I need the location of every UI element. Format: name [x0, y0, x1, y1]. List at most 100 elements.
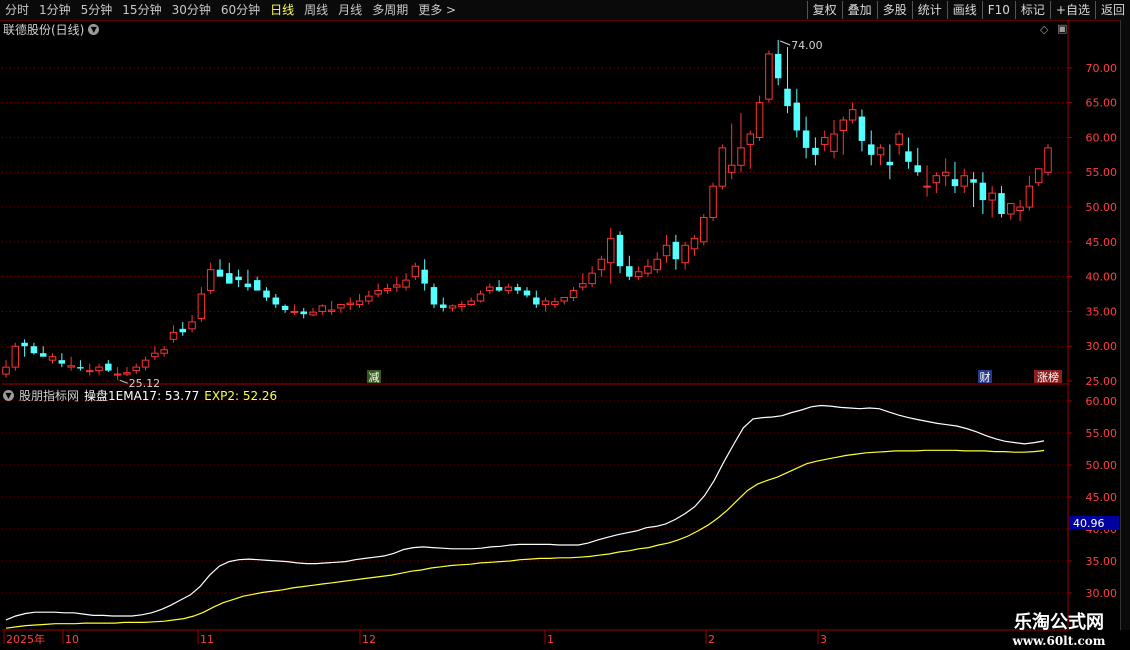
date-tick-label: 11 [200, 633, 214, 646]
candle-body-down [179, 328, 187, 333]
indicator-tick-label: 30.00 [1086, 587, 1118, 600]
candle-body-up [11, 345, 20, 368]
candle-body-down [784, 88, 791, 107]
candle-body-up [960, 175, 969, 187]
price-tick-label: 50.00 [1086, 201, 1118, 214]
high-label: 74.00 [791, 39, 823, 52]
candle-body-down [616, 234, 624, 267]
candle-body-down [979, 182, 987, 201]
candle-body-down [253, 280, 261, 291]
candle-body-down [235, 276, 242, 281]
candle-body-down [998, 193, 1005, 214]
candle-body-up [876, 147, 885, 156]
candle-body-up [169, 331, 178, 340]
candle-body-down [421, 269, 428, 284]
watermark-url: www.60lt.com [1012, 634, 1106, 648]
date-tick-label: 1 [547, 633, 554, 646]
candle-body-up [355, 300, 364, 305]
price-tick-label: 60.00 [1086, 131, 1118, 144]
candle-body-up [365, 295, 373, 302]
candle-body-up [1016, 206, 1024, 212]
candle-body-down [281, 305, 289, 311]
event-tag-label: 财 [980, 370, 991, 384]
candle-body-up [2, 366, 10, 375]
price-tick-label: 25.00 [1086, 375, 1118, 388]
candle-body-up [188, 321, 196, 330]
candle-body-down [300, 311, 307, 315]
candle-body-up [48, 356, 57, 361]
candle-body-down [914, 165, 921, 173]
price-tick-label: 30.00 [1086, 340, 1118, 353]
candle-body-up [551, 301, 559, 305]
candle-body-up [690, 237, 699, 250]
candle-body-up [895, 133, 903, 145]
candle-body-up [402, 279, 410, 288]
date-tick-label: 2 [708, 633, 715, 646]
candle-body-up [923, 185, 931, 188]
price-tick-label: 40.00 [1086, 271, 1118, 284]
candle-body-down [440, 304, 447, 308]
candle-body-up [746, 133, 755, 145]
candle-body-up [755, 102, 764, 138]
candle-body-down [951, 179, 959, 187]
candle-body-up [737, 147, 745, 166]
candle-body-up [393, 284, 401, 288]
candle-body-up [346, 302, 354, 305]
candle-body-down [886, 161, 894, 166]
candle-body-up [476, 293, 485, 302]
candle-body-up [681, 244, 689, 264]
candle-body-up [1044, 147, 1052, 173]
watermark-title: 乐淘公式网 [1014, 612, 1104, 633]
candle-body-up [848, 109, 857, 121]
candle-body-up [941, 171, 950, 177]
candle-body-up [727, 164, 736, 173]
date-tick-label: 3 [820, 633, 827, 646]
candle-body-up [588, 272, 596, 285]
candle-body-up [206, 269, 215, 292]
candle-body-down [802, 130, 810, 148]
candle-body-up [606, 237, 615, 264]
candle-body-down [533, 297, 540, 305]
candle-body-up [486, 286, 494, 292]
kline-chart[interactable]: 70.00 65.00 60.00 55.00 50.00 45.00 40.00 35.00… [0, 0, 1130, 650]
candle-body-up [85, 370, 94, 373]
candle-body-up [132, 366, 140, 372]
candle-body-down [523, 290, 531, 296]
candle-body-up [448, 305, 457, 309]
candle-body-up [1007, 203, 1015, 215]
candle-body-up [374, 290, 382, 295]
candle-body-down [244, 283, 252, 288]
ema17-line [5, 404, 1045, 621]
candle-body-up [700, 216, 708, 243]
candle-body-up [569, 290, 578, 299]
candle-body-up [123, 372, 131, 375]
candle-body-down [905, 151, 912, 162]
date-tick-label: 10 [65, 633, 79, 646]
candle-body-up [113, 373, 122, 376]
candle-body-up [820, 136, 829, 145]
date-tick-label: 2025年 [6, 632, 45, 646]
candle-body-down [216, 269, 224, 277]
exp2-line [5, 449, 1045, 629]
event-tag-label: 减 [369, 371, 380, 384]
candle-body-down [812, 147, 819, 155]
candle-body-down [495, 287, 503, 291]
candle-body-down [263, 290, 270, 298]
indicator-tick-label: 35.00 [1086, 555, 1118, 568]
candle-body-up [383, 287, 392, 292]
candle-body-down [30, 346, 38, 354]
candle-body-down [105, 363, 112, 371]
candle-body-down [226, 273, 233, 284]
candle-body-up [1034, 168, 1043, 184]
indicator-tick-label: 55.00 [1086, 427, 1118, 440]
candle-body-down [774, 53, 782, 79]
watermark: 乐淘公式网 www.60lt.com [994, 608, 1124, 648]
indicator-tick-label: 60.00 [1086, 395, 1118, 408]
price-tick-label: 55.00 [1086, 166, 1118, 179]
candle-body-up [1025, 185, 1034, 208]
candle-body-up [290, 310, 299, 313]
candle-body-down [39, 353, 47, 357]
candle-body-up [318, 305, 327, 312]
candle-body-up [151, 352, 159, 358]
candle-body-down [793, 102, 801, 131]
